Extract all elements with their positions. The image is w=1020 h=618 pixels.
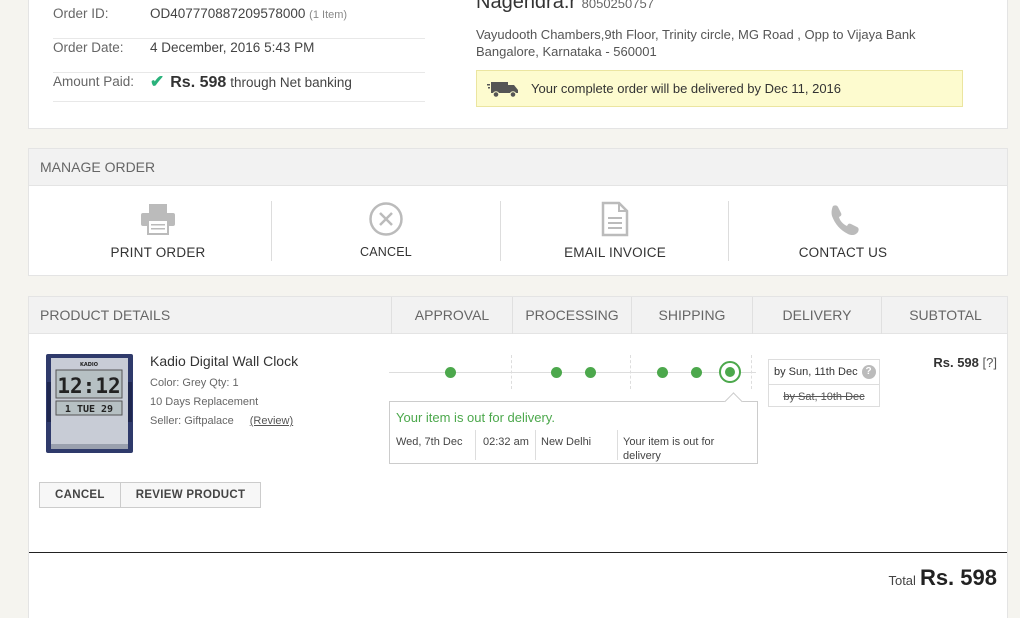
- print-order-label: PRINT ORDER: [110, 245, 206, 260]
- customer-name-block: Nagendra.r 8050250757: [476, 0, 654, 14]
- order-id-value: OD407770887209578000 (1 Item): [150, 6, 347, 21]
- order-id: OD407770887209578000: [150, 6, 306, 21]
- manage-order-title: MANAGE ORDER: [29, 149, 1007, 186]
- tracking-divider: [751, 355, 752, 389]
- product-subtotal: Rs. 598 [?]: [933, 355, 997, 370]
- email-invoice-label: EMAIL INVOICE: [564, 245, 666, 260]
- col-product-details: PRODUCT DETAILS: [40, 307, 171, 323]
- total-divider: [29, 552, 1007, 553]
- help-icon[interactable]: ?: [861, 365, 876, 379]
- total-label: Total: [888, 573, 916, 588]
- current-status-dot[interactable]: [719, 361, 741, 383]
- payment-method: through Net banking: [230, 75, 352, 90]
- cancel-circle-icon: [369, 202, 403, 236]
- eta-new-row: by Sun, 11th Dec?: [774, 365, 876, 379]
- amount-paid-row: Amount Paid: ✔ Rs. 598 through Net banking: [53, 72, 425, 102]
- amount-paid-label: Amount Paid:: [53, 74, 135, 89]
- delivery-eta-box: by Sun, 11th Dec? by Sat, 10th Dec: [768, 359, 880, 407]
- amount-paid-value: ✔ Rs. 598 through Net banking: [150, 72, 352, 92]
- review-product-button[interactable]: REVIEW PRODUCT: [119, 483, 261, 507]
- product-seller-row: Seller: Giftpalace (Review): [150, 415, 293, 427]
- shipping-dot: [691, 367, 702, 378]
- cancel-item-button[interactable]: CANCEL: [40, 483, 120, 507]
- tracking-status: Your item is out for delivery.: [396, 410, 555, 425]
- tracking-detail: Your item is out for delivery: [623, 436, 715, 462]
- address-line-1: Vayudooth Chambers,9th Floor, Trinity ci…: [476, 27, 916, 42]
- cancel-order-button[interactable]: CANCEL: [272, 201, 500, 263]
- col-subtotal: SUBTOTAL: [909, 307, 982, 323]
- order-id-row: Order ID: OD407770887209578000 (1 Item): [53, 6, 425, 39]
- status-divider: [475, 430, 476, 460]
- contact-us-button[interactable]: CONTACT US: [729, 201, 957, 263]
- status-divider: [535, 430, 536, 460]
- phone-icon: [831, 205, 859, 236]
- tracking-time: 02:32 am: [483, 436, 529, 448]
- tracking-divider: [630, 355, 631, 389]
- clock-day-text: 1 TUE 29: [65, 404, 113, 415]
- tracking-location: New Delhi: [541, 436, 592, 448]
- product-actions: CANCEL REVIEW PRODUCT: [39, 482, 262, 508]
- checkmark-icon: ✔: [150, 72, 165, 91]
- order-total: Total Rs. 598: [888, 565, 997, 591]
- product-seller: Seller: Giftpalace: [150, 415, 234, 427]
- product-name[interactable]: Kadio Digital Wall Clock: [150, 353, 298, 369]
- print-order-button[interactable]: PRINT ORDER: [44, 201, 272, 263]
- col-processing: PROCESSING: [525, 307, 619, 323]
- processing-dot: [551, 367, 562, 378]
- tracking-divider: [511, 355, 512, 389]
- subtotal-help-link[interactable]: [?]: [983, 355, 997, 370]
- manage-order-card: MANAGE ORDER PRINT ORDER CANCEL EMAIL IN…: [28, 148, 1008, 276]
- address-line-2: Bangalore, Karnataka - 560001: [476, 44, 657, 59]
- col-shipping: SHIPPING: [658, 307, 726, 323]
- amount-paid: Rs. 598: [170, 74, 227, 91]
- tracking-date: Wed, 7th Dec: [396, 436, 463, 448]
- document-icon: [601, 201, 629, 237]
- product-card: PRODUCT DETAILS APPROVAL PROCESSING SHIP…: [28, 296, 1008, 618]
- shipping-dot: [657, 367, 668, 378]
- status-divider: [617, 430, 618, 460]
- email-invoice-button[interactable]: EMAIL INVOICE: [501, 201, 729, 263]
- col-approval: APPROVAL: [414, 307, 490, 323]
- eta-new: by Sun, 11th Dec: [774, 365, 858, 378]
- col-delivery: DELIVERY: [782, 307, 852, 323]
- processing-dot: [585, 367, 596, 378]
- delivery-banner-text: Your complete order will be delivered by…: [531, 81, 842, 96]
- order-date-row: Order Date: 4 December, 2016 5:43 PM: [53, 40, 425, 73]
- order-item-count: (1 Item): [309, 9, 348, 21]
- product-image[interactable]: 12:12 KADIO 1 TUE 29: [46, 354, 133, 453]
- eta-old: by Sat, 10th Dec: [769, 384, 879, 403]
- clock-time-text: 12:12: [57, 374, 120, 398]
- contact-us-label: CONTACT US: [798, 245, 888, 260]
- printer-icon: [141, 204, 175, 235]
- order-date-label: Order Date:: [53, 40, 124, 55]
- delivery-banner: Your complete order will be delivered by…: [476, 70, 963, 107]
- order-summary-card: Order ID: OD407770887209578000 (1 Item) …: [28, 0, 1008, 129]
- order-date: 4 December, 2016 5:43 PM: [150, 40, 315, 55]
- truck-icon: [487, 81, 518, 98]
- order-id-label: Order ID:: [53, 6, 109, 21]
- customer-name: Nagendra.r: [476, 0, 577, 13]
- product-replacement: 10 Days Replacement: [150, 396, 259, 408]
- tracking-status-box: Your item is out for delivery. Wed, 7th …: [389, 401, 758, 464]
- clock-brand-text: KADIO: [80, 362, 98, 368]
- subtotal-value: Rs. 598: [933, 355, 979, 370]
- total-value: Rs. 598: [919, 565, 997, 590]
- customer-address: Vayudooth Chambers,9th Floor, Trinity ci…: [476, 26, 946, 60]
- customer-phone: 8050250757: [581, 0, 654, 11]
- review-link[interactable]: (Review): [250, 415, 293, 427]
- cancel-order-label: CANCEL: [360, 245, 412, 259]
- product-color-qty: Color: Grey Qty: 1: [150, 377, 239, 389]
- approval-dot: [445, 367, 456, 378]
